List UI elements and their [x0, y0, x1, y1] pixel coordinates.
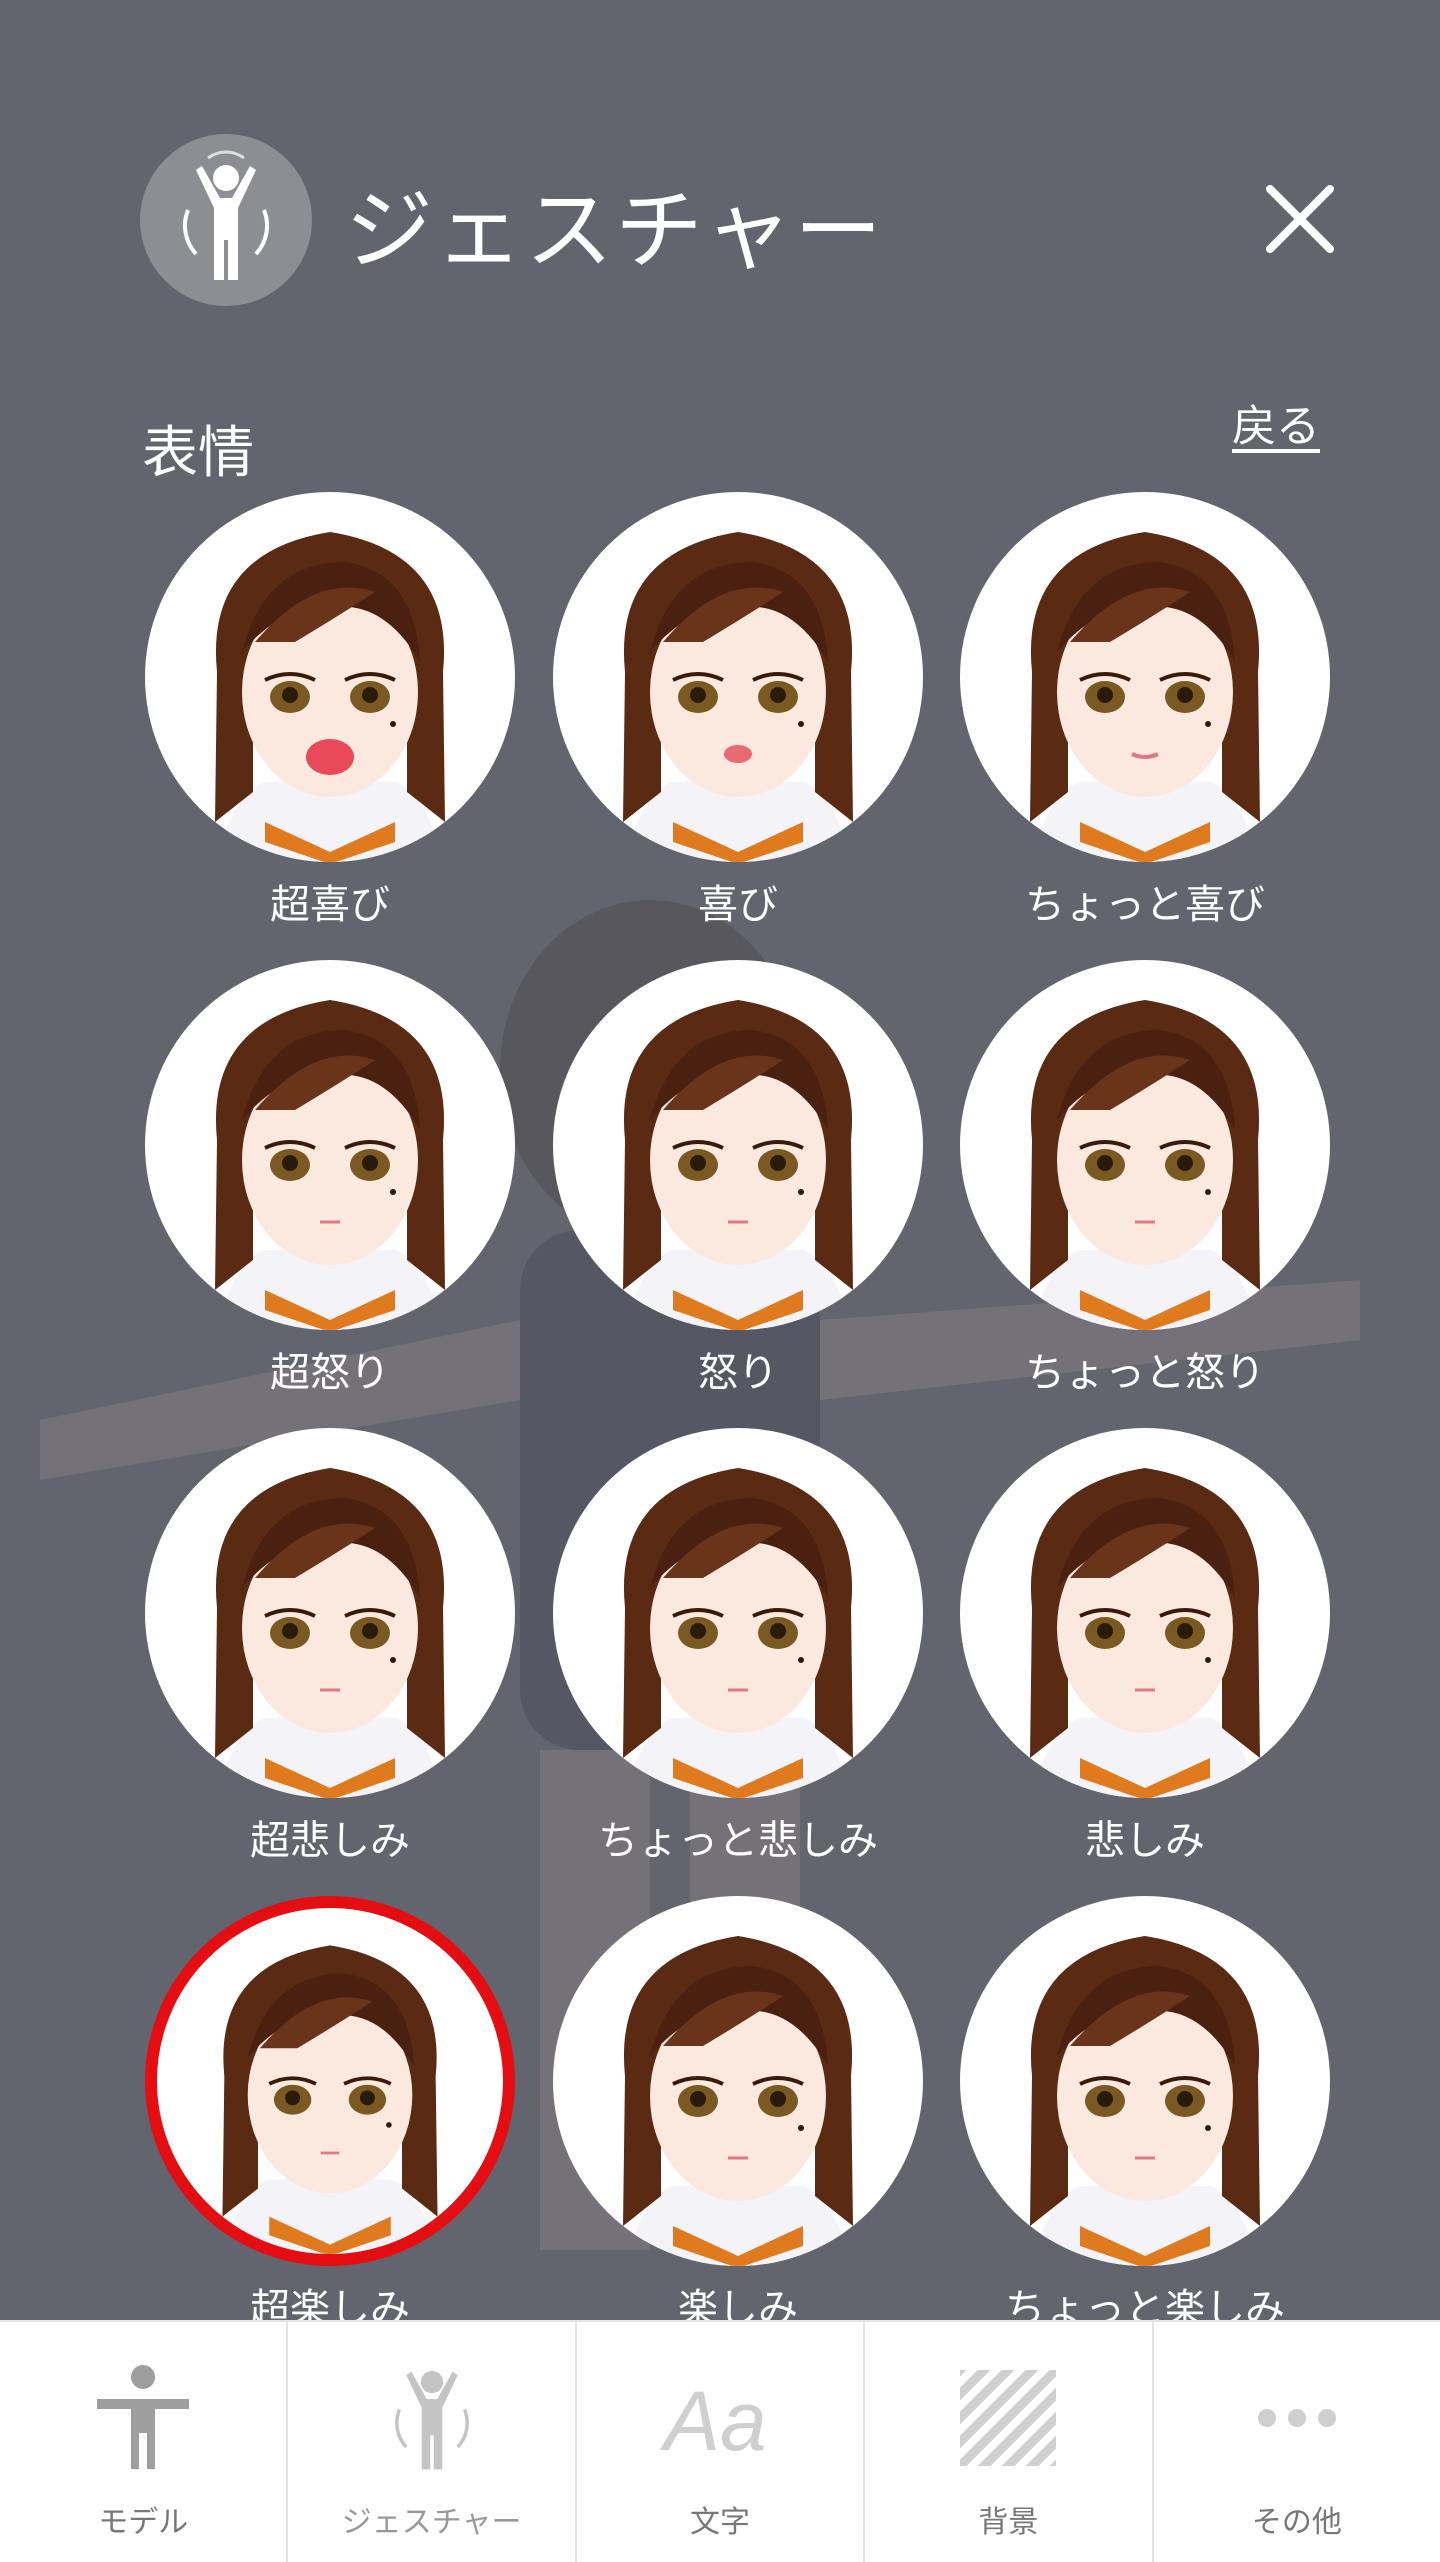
- tab-background-label: 背景: [978, 2505, 1039, 2540]
- character-face-icon: [623, 1000, 853, 1330]
- expression-thumbnail: [145, 1896, 515, 2266]
- expression-item[interactable]: 超怒り: [145, 960, 525, 1420]
- expression-label: 超怒り: [270, 1350, 390, 1396]
- expression-label: 超悲しみ: [250, 1818, 410, 1864]
- expression-thumbnail: [145, 960, 515, 1330]
- tab-text-label: 文字: [690, 2505, 751, 2540]
- expression-thumbnail: [960, 492, 1330, 862]
- text-aa-icon: Aa: [660, 2358, 780, 2478]
- gesture-icon: [372, 2358, 492, 2478]
- expression-item[interactable]: ちょっと喜び: [960, 492, 1340, 952]
- character-face-icon: [1030, 532, 1260, 862]
- character-face-icon: [222, 1945, 438, 2254]
- tab-model-label: モデル: [98, 2505, 189, 2540]
- expression-item[interactable]: 超楽しみ: [145, 1896, 525, 2320]
- expression-thumbnail: [960, 1428, 1330, 1798]
- character-face-icon: [623, 1936, 853, 2266]
- expression-item[interactable]: ちょっと悲しみ: [553, 1428, 933, 1888]
- expression-label: 怒り: [698, 1350, 778, 1396]
- back-link[interactable]: 戻る: [1232, 390, 1320, 454]
- expression-label: ちょっと悲しみ: [598, 1818, 878, 1864]
- gesture-panel: ジェスチャー 表情 戻る 超喜び 喜び ちょっと喜び 超怒り 怒り ちょっと怒り…: [0, 0, 1440, 2320]
- more-dots-icon: [1237, 2358, 1357, 2478]
- expression-thumbnail: [553, 1896, 923, 2266]
- close-icon: [1266, 185, 1334, 253]
- expression-item[interactable]: 喜び: [553, 492, 933, 952]
- panel-header: ジェスチャー: [140, 130, 1340, 310]
- tab-gesture[interactable]: ジェスチャー: [288, 2322, 577, 2562]
- character-face-icon: [215, 532, 445, 862]
- expression-thumbnail: [960, 960, 1330, 1330]
- tab-other-label: その他: [1251, 2505, 1342, 2540]
- expression-label: ちょっと怒り: [1025, 1350, 1265, 1396]
- expression-thumbnail: [553, 492, 923, 862]
- gesture-person-icon: [140, 134, 312, 306]
- character-face-icon: [1030, 1936, 1260, 2266]
- expression-label: 超楽しみ: [250, 2286, 410, 2320]
- character-face-icon: [1030, 1000, 1260, 1330]
- expression-item[interactable]: ちょっと楽しみ: [960, 1896, 1340, 2320]
- expression-item[interactable]: ちょっと怒り: [960, 960, 1340, 1420]
- tab-other[interactable]: その他: [1154, 2322, 1440, 2562]
- close-button[interactable]: [1245, 164, 1355, 274]
- section-title: 表情: [142, 421, 254, 486]
- expression-label: 超喜び: [270, 882, 390, 928]
- expression-thumbnail: [553, 1428, 923, 1798]
- expression-label: ちょっと楽しみ: [1005, 2286, 1285, 2320]
- character-face-icon: [623, 1468, 853, 1798]
- expression-thumbnail: [960, 1896, 1330, 2266]
- expression-label: 楽しみ: [678, 2286, 798, 2320]
- expression-label: 喜び: [698, 882, 778, 928]
- character-face-icon: [215, 1000, 445, 1330]
- expression-label: 悲しみ: [1085, 1818, 1205, 1864]
- expression-item[interactable]: 悲しみ: [960, 1428, 1340, 1888]
- expression-thumbnail: [145, 492, 515, 862]
- expression-item[interactable]: 怒り: [553, 960, 933, 1420]
- expression-thumbnail: [145, 1428, 515, 1798]
- panel-title: ジェスチャー: [345, 179, 885, 282]
- expression-label: ちょっと喜び: [1025, 882, 1265, 928]
- tab-text[interactable]: Aa 文字: [577, 2322, 866, 2562]
- character-face-icon: [215, 1468, 445, 1798]
- character-face-icon: [623, 532, 853, 862]
- svg-text:Aa: Aa: [660, 2374, 767, 2468]
- expression-item[interactable]: 超喜び: [145, 492, 525, 952]
- bottom-tab-bar: モデル ジェスチャー Aa 文字 背景 その他: [0, 2320, 1440, 2562]
- tab-gesture-label: ジェスチャー: [341, 2505, 522, 2540]
- expression-item[interactable]: 超悲しみ: [145, 1428, 525, 1888]
- background-stripes-icon: [948, 2358, 1068, 2478]
- expression-thumbnail: [553, 960, 923, 1330]
- tab-background[interactable]: 背景: [865, 2322, 1154, 2562]
- character-face-icon: [1030, 1468, 1260, 1798]
- expression-item[interactable]: 楽しみ: [553, 1896, 933, 2320]
- person-icon: [83, 2358, 203, 2478]
- tab-model[interactable]: モデル: [0, 2322, 289, 2562]
